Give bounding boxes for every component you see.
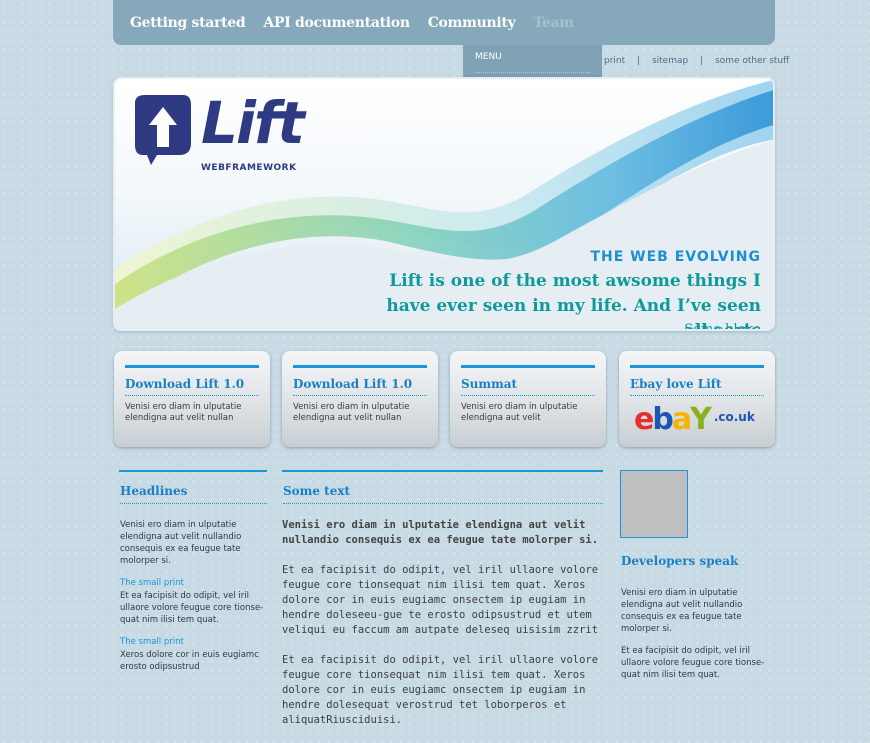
ebay-logo[interactable]: e b a Y .co.uk bbox=[634, 402, 764, 435]
util-separator: | bbox=[700, 56, 704, 66]
box-accent-bar bbox=[293, 365, 427, 368]
lift-logo-icon bbox=[135, 95, 191, 165]
some-text-accent-bar bbox=[282, 470, 603, 472]
util-link-sitemap[interactable]: sitemap bbox=[652, 56, 688, 66]
headlines-title: Headlines bbox=[120, 484, 267, 504]
util-link-print[interactable]: print bbox=[604, 56, 625, 66]
box-text: Venisi ero diam in ulputatie elendigna a… bbox=[293, 402, 410, 423]
headline-item-text: Xeros dolore cor in euis eugiamc erosto … bbox=[120, 650, 259, 672]
box-title[interactable]: Summat bbox=[461, 377, 595, 396]
feature-box-download-2[interactable]: Download Lift 1.0 Venisi ero diam in ulp… bbox=[282, 351, 438, 447]
dropdown-item[interactable] bbox=[475, 62, 590, 73]
hero-banner: Lift WEBFRAMEWORK THE WEB EVOLVING Lift … bbox=[113, 77, 775, 331]
nav-api-documentation[interactable]: API documentation bbox=[263, 15, 410, 31]
box-text: Venisi ero diam in ulputatie elendigna a… bbox=[125, 402, 242, 423]
ebay-suffix: .co.uk bbox=[713, 410, 755, 424]
some-text-title: Some text bbox=[283, 484, 603, 504]
developer-photo bbox=[620, 470, 688, 538]
ebay-letter-y: Y bbox=[690, 402, 712, 437]
box-title[interactable]: Download Lift 1.0 bbox=[125, 377, 259, 396]
utility-nav: print | sitemap | some other stuff bbox=[604, 56, 789, 66]
util-link-other[interactable]: some other stuff bbox=[715, 56, 789, 66]
util-separator: | bbox=[637, 56, 641, 66]
box-accent-bar bbox=[630, 365, 764, 368]
feature-box-ebay[interactable]: Ebay love Lift e b a Y .co.uk bbox=[619, 351, 775, 447]
headlines-intro: Venisi ero diam in ulputatie elendigna a… bbox=[120, 520, 242, 566]
nav-community[interactable]: Community bbox=[428, 15, 516, 31]
nav-getting-started[interactable]: Getting started bbox=[130, 15, 246, 31]
small-print-link[interactable]: The small print bbox=[120, 578, 184, 588]
some-text-paragraph: Et ea facipisit do odipit, vel iril ulla… bbox=[282, 564, 599, 636]
hero-heading: THE WEB EVOLVING bbox=[590, 249, 761, 265]
developers-title: Developers speak bbox=[621, 554, 739, 568]
feature-box-download-1[interactable]: Download Lift 1.0 Venisi ero diam in ulp… bbox=[114, 351, 270, 447]
box-accent-bar bbox=[125, 365, 259, 368]
box-accent-bar bbox=[461, 365, 595, 368]
headlines-accent-bar bbox=[119, 470, 267, 472]
some-text-paragraph: Et ea facipisit do odipit, vel iril ulla… bbox=[282, 654, 599, 726]
feature-box-summat[interactable]: Summat Venisi ero diam in ulputatie elen… bbox=[450, 351, 606, 447]
box-title[interactable]: Download Lift 1.0 bbox=[293, 377, 427, 396]
dropdown-title[interactable]: MENU bbox=[475, 52, 590, 62]
logo-subtitle: WEBFRAMEWORK bbox=[201, 163, 297, 173]
ebay-letter-a: a bbox=[671, 402, 692, 437]
some-text-lead: Venisi ero diam in ulputatie elendigna a… bbox=[282, 519, 599, 546]
ebay-letter-b: b bbox=[652, 402, 674, 437]
hero-quote-author: Some bloke bbox=[684, 322, 761, 331]
small-print-link[interactable]: The small print bbox=[120, 637, 184, 647]
box-title[interactable]: Ebay love Lift bbox=[630, 377, 764, 396]
box-text: Venisi ero diam in ulputatie elendigna a… bbox=[461, 402, 578, 423]
top-nav: Getting started API documentation Commun… bbox=[113, 0, 775, 45]
logo-wordmark: Lift bbox=[201, 89, 305, 157]
nav-team[interactable]: Team bbox=[533, 15, 574, 31]
developers-text: Venisi ero diam in ulputatie elendigna a… bbox=[621, 588, 743, 634]
developers-text: Et ea facipisit do odipit, vel iril ulla… bbox=[621, 646, 765, 680]
ebay-letter-e: e bbox=[634, 402, 654, 437]
headline-item-text: Et ea facipisit do odipit, vel iril ulla… bbox=[120, 591, 264, 625]
